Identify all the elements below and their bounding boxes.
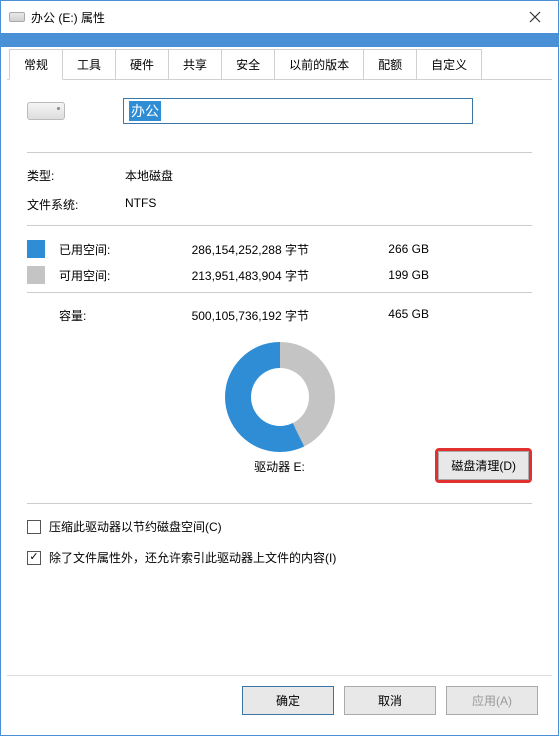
free-human: 199 GB bbox=[349, 268, 429, 282]
separator bbox=[27, 292, 532, 293]
filesystem-label: 文件系统: bbox=[27, 196, 125, 213]
capacity-bytes: 500,105,736,192 字节 bbox=[149, 307, 349, 324]
free-label: 可用空间: bbox=[59, 267, 149, 284]
ok-button[interactable]: 确定 bbox=[242, 686, 334, 715]
compress-label: 压缩此驱动器以节约磁盘空间(C) bbox=[49, 518, 222, 535]
tab-tools[interactable]: 工具 bbox=[62, 49, 116, 79]
used-label: 已用空间: bbox=[59, 241, 149, 258]
used-human: 266 GB bbox=[349, 242, 429, 256]
window-title: 办公 (E:) 属性 bbox=[31, 9, 512, 26]
tab-hardware[interactable]: 硬件 bbox=[115, 49, 169, 79]
capacity-label: 容量: bbox=[27, 307, 149, 324]
disk-cleanup-highlight: 磁盘清理(D) bbox=[435, 448, 532, 483]
tab-strip: 常规 工具 硬件 共享 安全 以前的版本 配额 自定义 bbox=[7, 49, 552, 80]
drive-name-value: 办公 bbox=[129, 101, 161, 121]
tab-customize[interactable]: 自定义 bbox=[416, 49, 482, 79]
tab-content-general: 办公 类型: 本地磁盘 文件系统: NTFS 已用空间: 286,154,252… bbox=[7, 80, 552, 675]
disk-cleanup-button[interactable]: 磁盘清理(D) bbox=[438, 451, 529, 480]
used-swatch bbox=[27, 240, 45, 258]
accent-strip bbox=[1, 33, 558, 47]
tab-general[interactable]: 常规 bbox=[9, 49, 63, 80]
tab-sharing[interactable]: 共享 bbox=[168, 49, 222, 79]
properties-dialog: 办公 (E:) 属性 常规 工具 硬件 共享 安全 以前的版本 配额 自定义 办… bbox=[0, 0, 559, 736]
dialog-buttons: 确定 取消 应用(A) bbox=[7, 675, 552, 729]
drive-letter-label: 驱动器 E: bbox=[254, 458, 305, 475]
compress-checkbox[interactable] bbox=[27, 520, 41, 534]
tab-security[interactable]: 安全 bbox=[221, 49, 275, 79]
index-checkbox[interactable] bbox=[27, 551, 41, 565]
drive-name-input[interactable]: 办公 bbox=[123, 98, 473, 124]
tab-previous-versions[interactable]: 以前的版本 bbox=[274, 49, 364, 79]
separator bbox=[27, 503, 532, 504]
usage-donut-chart bbox=[225, 342, 335, 452]
type-value: 本地磁盘 bbox=[125, 167, 173, 184]
drive-icon bbox=[9, 12, 25, 22]
capacity-human: 465 GB bbox=[349, 307, 429, 324]
close-icon bbox=[529, 11, 541, 23]
used-bytes: 286,154,252,288 字节 bbox=[149, 241, 349, 258]
free-bytes: 213,951,483,904 字节 bbox=[149, 267, 349, 284]
separator bbox=[27, 225, 532, 226]
apply-button[interactable]: 应用(A) bbox=[446, 686, 538, 715]
drive-large-icon bbox=[27, 102, 65, 120]
free-swatch bbox=[27, 266, 45, 284]
type-label: 类型: bbox=[27, 167, 125, 184]
filesystem-value: NTFS bbox=[125, 196, 156, 213]
index-label: 除了文件属性外，还允许索引此驱动器上文件的内容(I) bbox=[49, 549, 336, 566]
tab-quota[interactable]: 配额 bbox=[363, 49, 417, 79]
cancel-button[interactable]: 取消 bbox=[344, 686, 436, 715]
close-button[interactable] bbox=[512, 1, 558, 33]
separator bbox=[27, 152, 532, 153]
titlebar[interactable]: 办公 (E:) 属性 bbox=[1, 1, 558, 33]
